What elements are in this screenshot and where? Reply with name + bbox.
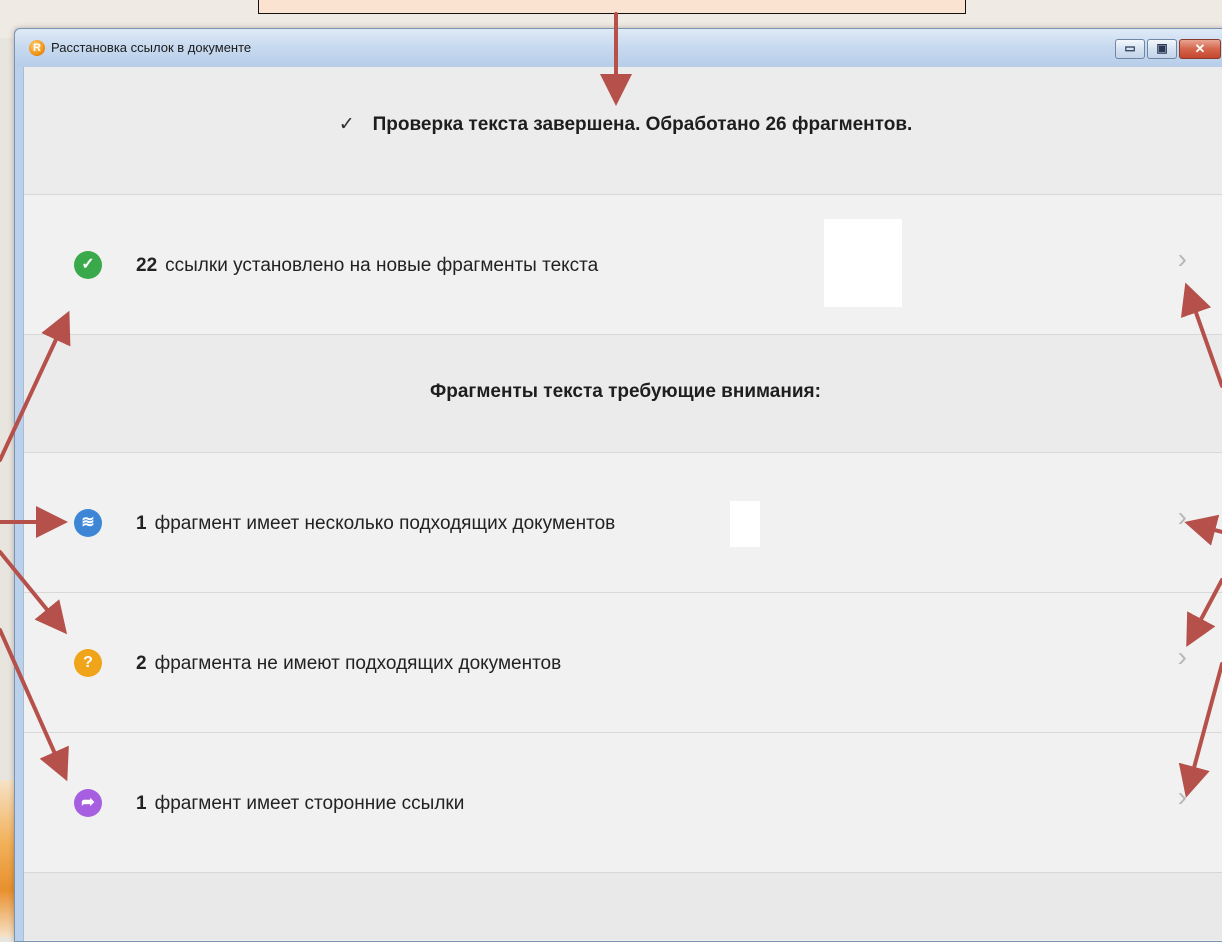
- annotation-arrow: [0, 628, 69, 782]
- annotation-arrow: [0, 310, 71, 462]
- annotation-arrow: [1178, 662, 1222, 798]
- annotation-arrow: [0, 550, 68, 635]
- annotation-arrow: [1184, 514, 1222, 546]
- annotation-arrows: [0, 12, 1222, 798]
- annotation-arrow: [1186, 578, 1222, 648]
- annotation-arrow: [1180, 282, 1222, 388]
